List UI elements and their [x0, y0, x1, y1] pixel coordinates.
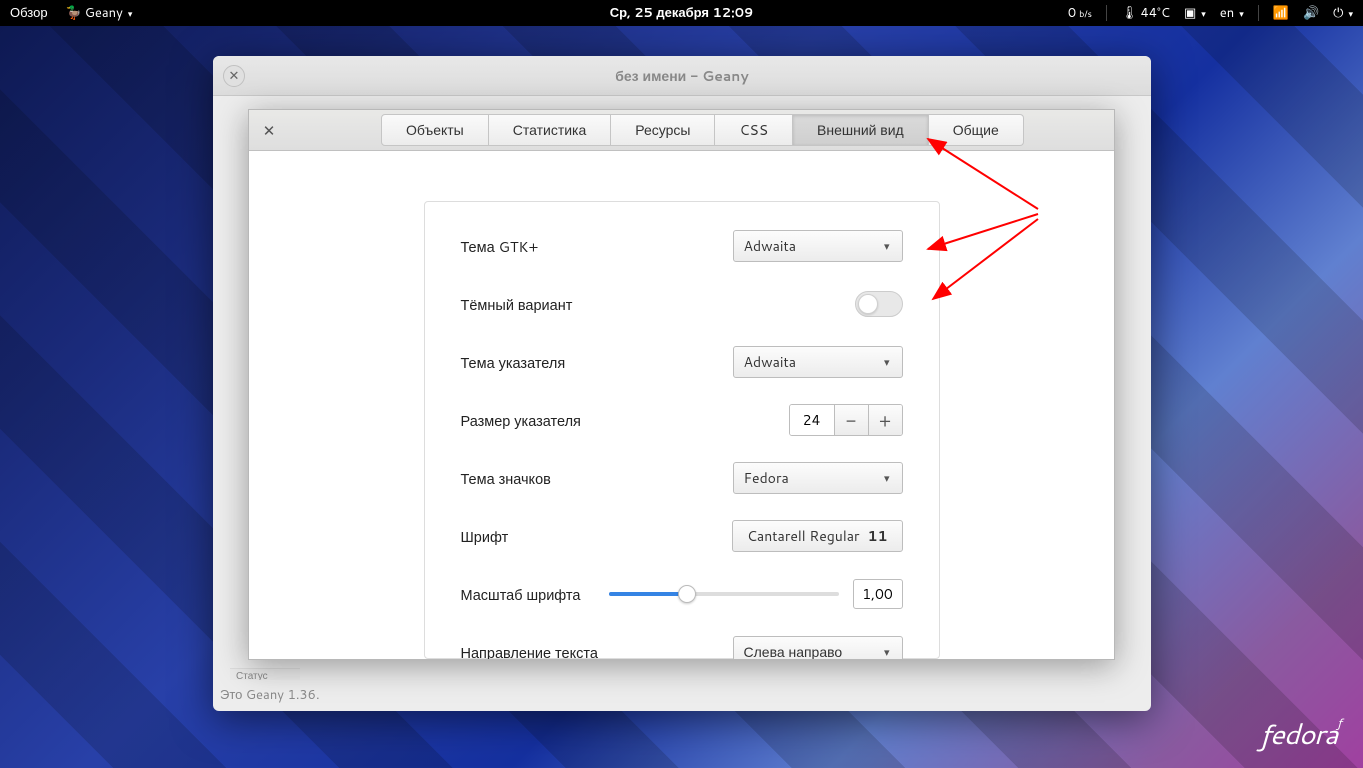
tab-objects[interactable]: Объекты [381, 114, 489, 146]
close-icon: ✕ [229, 67, 240, 85]
text-direction-label: Направление текста [461, 642, 733, 660]
font-scale-value[interactable]: 1,00 [853, 579, 903, 609]
cursor-theme-dropdown[interactable]: Adwaita [733, 346, 903, 378]
window-title: без имени - Geany [615, 66, 748, 86]
clock[interactable]: Ср, 25 декабря 12:09 [610, 4, 754, 22]
cursor-size-decrement[interactable]: − [834, 405, 868, 435]
cursor-size-label: Размер указателя [461, 410, 789, 431]
font-name: Cantarell Regular [747, 526, 860, 546]
font-button[interactable]: Cantarell Regular 11 [732, 520, 903, 552]
keyboard-layout[interactable]: en▾ [1220, 4, 1244, 22]
app-menu-label: Geany [85, 4, 123, 22]
battery-icon: ▣ [1184, 4, 1196, 22]
icon-theme-dropdown[interactable]: Fedora [733, 462, 903, 494]
volume-icon[interactable]: 🔊 [1303, 4, 1319, 22]
cursor-size-stepper[interactable]: 24 − + [789, 404, 903, 436]
gtk-theme-dropdown[interactable]: Adwaita [733, 230, 903, 262]
geany-icon: 🦆 [66, 4, 82, 22]
icon-theme-label: Тема значков [461, 468, 733, 489]
top-panel: Обзор 🦆 Geany ▾ Ср, 25 декабря 12:09 0b/… [0, 0, 1363, 26]
font-label: Шрифт [461, 526, 732, 547]
temperature-indicator[interactable]: 🌡 44°C [1121, 4, 1170, 22]
cursor-theme-label: Тема указателя [461, 352, 733, 373]
font-scale-slider[interactable] [609, 592, 839, 596]
activities-button[interactable]: Обзор [10, 4, 48, 22]
window-close-button[interactable]: ✕ [223, 65, 245, 87]
chevron-down-icon: ▾ [128, 7, 133, 20]
tab-resources[interactable]: Ресурсы [611, 114, 715, 146]
gtk-inspector-window: ✕ Объекты Статистика Ресурсы CSS Внешний… [248, 109, 1115, 660]
statusbar-text: Это Geany 1.36. [220, 686, 320, 704]
close-icon: ✕ [263, 120, 276, 141]
cursor-size-value: 24 [790, 405, 834, 435]
power-menu[interactable]: ⏻▾ [1333, 4, 1353, 22]
inspector-tabs: Объекты Статистика Ресурсы CSS Внешний в… [381, 114, 1024, 146]
network-speed-indicator: 0b/s [1068, 4, 1092, 22]
wifi-icon[interactable]: 📶 [1273, 4, 1289, 22]
battery-indicator[interactable]: ▣▾ [1184, 4, 1206, 22]
thermometer-icon: 🌡 [1121, 4, 1138, 22]
tab-statistics[interactable]: Статистика [489, 114, 612, 146]
inspector-headerbar: ✕ Объекты Статистика Ресурсы CSS Внешний… [249, 110, 1114, 151]
dark-variant-label: Тёмный вариант [461, 294, 855, 315]
status-tab[interactable]: Статус [230, 668, 300, 680]
appearance-settings-panel: Тема GTK+ Adwaita Тёмный вариант Тема ук… [424, 201, 940, 659]
font-size: 11 [867, 526, 887, 546]
tab-appearance[interactable]: Внешний вид [793, 114, 929, 146]
window-titlebar[interactable]: ✕ без имени - Geany [213, 56, 1151, 96]
tab-general[interactable]: Общие [929, 114, 1024, 146]
gtk-theme-label: Тема GTK+ [461, 236, 733, 257]
cursor-size-increment[interactable]: + [868, 405, 902, 435]
tab-css[interactable]: CSS [715, 114, 793, 146]
inspector-close-button[interactable]: ✕ [257, 118, 281, 142]
dark-variant-toggle[interactable] [855, 291, 903, 317]
font-scale-label: Масштаб шрифта [461, 584, 609, 605]
text-direction-dropdown[interactable]: Слева направо [733, 636, 903, 659]
fedora-watermark: fedoraƒ [1260, 714, 1341, 754]
app-menu[interactable]: 🦆 Geany ▾ [66, 4, 133, 22]
